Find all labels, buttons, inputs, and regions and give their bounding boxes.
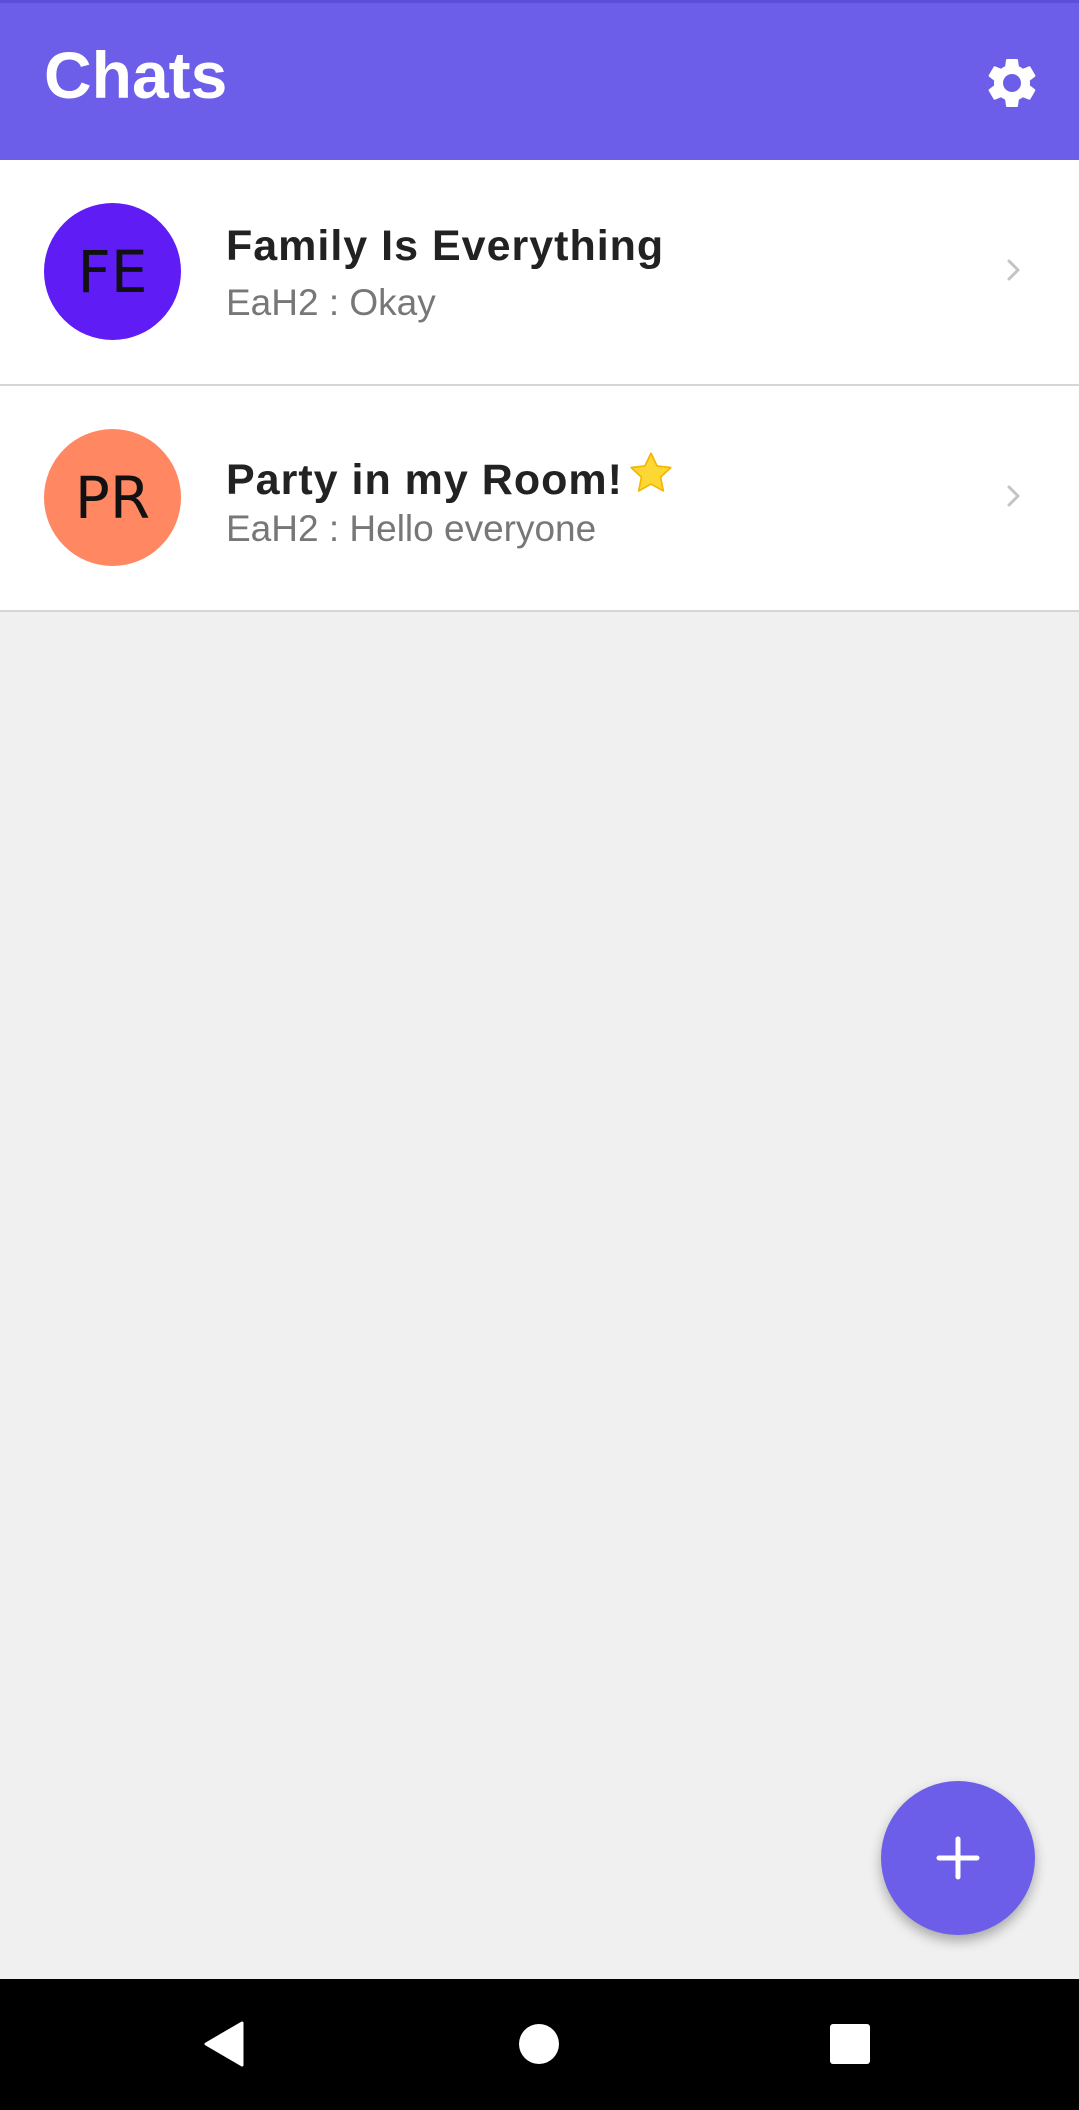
system-nav-bar (0, 1979, 1079, 2110)
app-bar: Chats (0, 0, 1079, 160)
chat-item-party-in-my-room[interactable]: PR Party in my Room! EaH2 : Hello everyo… (0, 386, 1079, 612)
new-chat-button[interactable] (881, 1781, 1035, 1935)
recents-square-icon (830, 2024, 870, 2064)
chat-list: FE Family Is Everything EaH2 : Okay PR P… (0, 160, 1079, 612)
back-triangle-icon (204, 2021, 244, 2067)
chat-last-message: EaH2 : Okay (226, 282, 436, 323)
chats-screen: Chats FE Family Is Everything EaH2 : Oka… (0, 0, 1079, 2110)
status-line (0, 0, 1079, 3)
back-button[interactable] (179, 1999, 269, 2089)
home-circle-icon (519, 2024, 559, 2064)
star-icon (630, 452, 672, 492)
settings-button[interactable] (977, 48, 1047, 118)
home-button[interactable] (494, 1999, 584, 2089)
gear-icon (988, 58, 1036, 107)
chevron-right-icon (1007, 259, 1020, 281)
chat-item-family-is-everything[interactable]: FE Family Is Everything EaH2 : Okay (0, 160, 1079, 386)
recents-button[interactable] (805, 1999, 895, 2089)
plus-icon (936, 1836, 980, 1880)
chat-name: Family Is Everything (226, 222, 665, 270)
chat-last-message: EaH2 : Hello everyone (226, 508, 597, 549)
chevron-right-icon (1007, 485, 1020, 507)
page-title: Chats (44, 38, 228, 112)
avatar: FE (44, 203, 181, 340)
chat-name: Party in my Room! (226, 456, 623, 504)
chat-name-container: Party in my Room! (226, 448, 677, 505)
avatar: PR (44, 429, 181, 566)
